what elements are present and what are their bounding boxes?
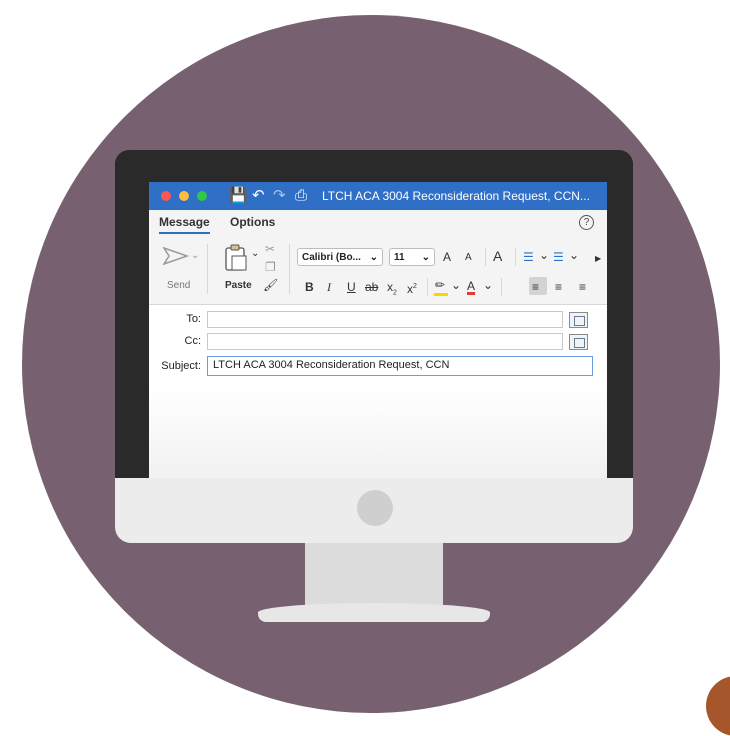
window-title: LTCH ACA 3004 Reconsideration Request, C… — [322, 189, 590, 203]
paste-dropdown-icon[interactable]: ⌄ — [251, 248, 259, 259]
monitor-logo-circle — [357, 490, 393, 526]
tab-message[interactable]: Message — [159, 215, 210, 234]
italic-button[interactable]: I — [327, 280, 331, 294]
font-name-value: Calibri (Bo... — [302, 252, 361, 263]
separator — [485, 248, 486, 266]
message-body[interactable] — [149, 387, 607, 480]
separator — [501, 278, 502, 296]
highlight-dropdown-icon[interactable]: ⌄ — [451, 278, 461, 292]
send-dropdown-icon[interactable]: ⌄ — [191, 250, 199, 261]
chevron-down-icon: ⌄ — [369, 252, 378, 263]
font-size-dropdown[interactable]: 11 ⌄ — [389, 248, 435, 266]
monitor-stand — [305, 543, 443, 610]
outlook-compose-window: 💾 ↶ ↷ ⎙ LTCH ACA 3004 Reconsideration Re… — [149, 182, 607, 480]
subject-field[interactable]: LTCH ACA 3004 Reconsideration Request, C… — [207, 356, 593, 376]
separator — [515, 248, 516, 266]
subject-label: Subject: — [161, 360, 201, 372]
send-button[interactable]: ⌄ Send — [159, 242, 199, 294]
paste-label: Paste — [225, 280, 252, 291]
bold-button[interactable]: B — [305, 280, 314, 294]
subject-value: LTCH ACA 3004 Reconsideration Request, C… — [213, 359, 450, 371]
to-label: To: — [186, 313, 201, 325]
numbering-icon[interactable]: ☰ — [553, 250, 564, 264]
grow-font-icon[interactable]: A — [443, 250, 451, 264]
address-book-icon[interactable] — [569, 312, 588, 328]
bullets-dropdown-icon[interactable]: ⌄ — [539, 248, 549, 262]
bullets-icon[interactable]: ☰ — [523, 250, 534, 264]
cc-field[interactable] — [207, 333, 563, 350]
close-button[interactable] — [161, 191, 171, 201]
align-center-icon[interactable]: ≡ — [555, 280, 562, 294]
font-name-dropdown[interactable]: Calibri (Bo... ⌄ — [297, 248, 383, 266]
highlighter-icon[interactable]: ✏ — [435, 278, 445, 292]
more-ribbon-icon[interactable]: ▶ — [595, 252, 601, 266]
corner-shape — [706, 676, 730, 736]
superscript-button[interactable]: x2 — [407, 280, 417, 296]
cc-label: Cc: — [184, 335, 202, 347]
monitor-base — [258, 603, 490, 622]
zoom-button[interactable] — [197, 191, 207, 201]
font-color-dropdown-icon[interactable]: ⌄ — [483, 278, 493, 292]
title-bar: 💾 ↶ ↷ ⎙ LTCH ACA 3004 Reconsideration Re… — [149, 182, 607, 210]
separator — [207, 244, 208, 294]
separator — [289, 244, 290, 294]
chevron-down-icon: ⌄ — [421, 252, 430, 263]
strikethrough-button[interactable]: ab — [365, 280, 378, 294]
numbering-dropdown-icon[interactable]: ⌄ — [569, 248, 579, 262]
save-icon[interactable]: 💾 — [229, 186, 248, 206]
undo-icon[interactable]: ↶ — [252, 186, 265, 206]
paste-button[interactable]: ⌄ Paste — [215, 242, 261, 294]
ribbon-toolbar: ⌄ Send ⌄ Paste ✂ ❐ 🖌 Calibri (Bo... ⌄ 11… — [149, 236, 607, 305]
minimize-button[interactable] — [179, 191, 189, 201]
highlight-color-bar — [434, 293, 448, 296]
shrink-font-icon[interactable]: A — [465, 251, 472, 265]
clear-formatting-icon[interactable]: A — [493, 249, 502, 263]
address-book-icon[interactable] — [569, 334, 588, 350]
copy-icon[interactable]: ❐ — [265, 260, 276, 274]
ribbon-tabs: Message Options ? — [149, 210, 607, 236]
monitor-bezel: 💾 ↶ ↷ ⎙ LTCH ACA 3004 Reconsideration Re… — [115, 150, 633, 480]
help-icon[interactable]: ? — [579, 215, 594, 230]
tab-options[interactable]: Options — [230, 215, 275, 229]
cut-icon[interactable]: ✂ — [265, 242, 275, 256]
font-size-value: 11 — [394, 252, 405, 263]
separator — [427, 278, 428, 296]
send-icon — [163, 246, 189, 266]
print-icon[interactable]: ⎙ — [295, 186, 307, 206]
clipboard-icon — [225, 244, 247, 271]
to-field[interactable] — [207, 311, 563, 328]
subscript-button[interactable]: x2 — [387, 280, 397, 300]
send-label: Send — [167, 280, 191, 291]
align-left-icon[interactable]: ≡ — [532, 280, 539, 294]
underline-button[interactable]: U — [347, 280, 356, 294]
font-color-button[interactable]: A — [467, 279, 475, 293]
align-right-icon[interactable]: ≡ — [579, 280, 586, 294]
format-painter-icon[interactable]: 🖌 — [263, 278, 278, 292]
monitor-chin — [115, 478, 633, 543]
redo-icon[interactable]: ↷ — [273, 186, 286, 206]
